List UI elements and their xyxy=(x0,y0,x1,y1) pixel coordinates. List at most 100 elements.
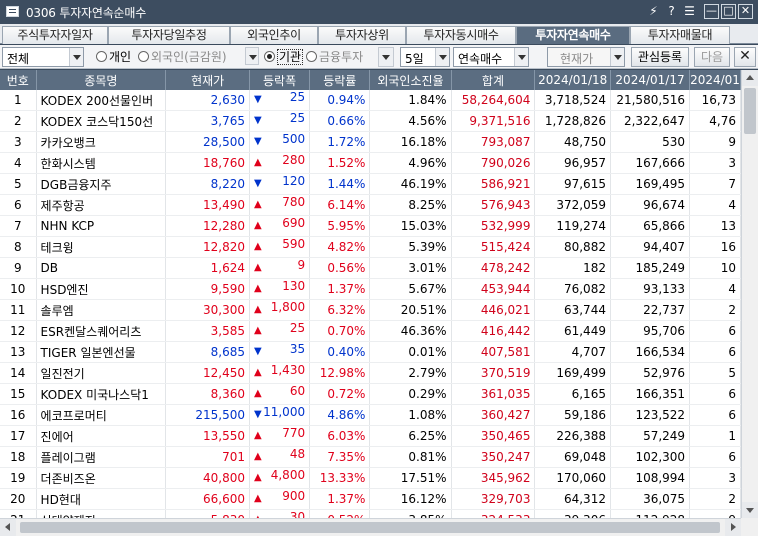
cell-stock-name[interactable]: 일진전기 xyxy=(36,362,167,384)
table-row[interactable]: 18 플레이그램 701 ▲ 48 7.35% 0.81% 350,247 69,048 102,… xyxy=(0,446,741,468)
price-filter-select[interactable]: 현재가 xyxy=(547,47,625,67)
horizontal-scrollbar[interactable] xyxy=(0,518,741,536)
cell-stock-name[interactable]: KODEX 200선물인버 xyxy=(36,90,167,111)
cell-stock-name[interactable]: 카카오뱅크 xyxy=(36,131,167,153)
table-row[interactable]: 9 DB 1,624 ▲ 9 0.56% 3.01% 478,242 182 185,249 10 xyxy=(0,257,741,279)
table-row[interactable]: 19 더존비즈온 40,800 ▲ 4,800 13.33% 17.51% 345,962 17… xyxy=(0,467,741,489)
scroll-left-icon[interactable] xyxy=(0,519,16,536)
col-header-price[interactable]: 현재가 xyxy=(165,70,250,90)
financial-select[interactable] xyxy=(378,47,394,67)
down-arrow-icon: ▼ xyxy=(254,136,262,147)
cell-number: 12 xyxy=(0,320,37,342)
cell-stock-name[interactable]: 플레이그램 xyxy=(36,446,167,468)
col-header-total[interactable]: 합계 xyxy=(451,70,536,90)
foreign-select[interactable] xyxy=(245,47,259,67)
col-header-date-1[interactable]: 2024/01/18 xyxy=(534,70,611,90)
scroll-thumb[interactable] xyxy=(20,522,720,533)
table-row[interactable]: 7 NHN KCP 12,280 ▲ 690 5.95% 15.03% 532,999 119,… xyxy=(0,215,741,237)
tab-foreign-trend[interactable]: 외국인추이 xyxy=(230,26,318,44)
cell-price: 40,800 xyxy=(165,467,250,489)
table-row[interactable]: 5 DGB금융지주 8,220 ▼ 120 1.44% 46.19% 586,921 97,61… xyxy=(0,173,741,195)
cell-stock-name[interactable]: ESR켄달스퀘어리츠 xyxy=(36,320,167,342)
table-row[interactable]: 8 테크윙 12,820 ▲ 590 4.82% 5.39% 515,424 80,882 94,… xyxy=(0,236,741,258)
cell-stock-name[interactable]: 진에어 xyxy=(36,425,167,447)
tab-investor-consecutive[interactable]: 투자자연속매수 xyxy=(516,26,630,44)
col-header-date-3[interactable]: 2024/01 xyxy=(689,70,741,90)
up-arrow-icon: ▲ xyxy=(254,241,262,252)
cell-stock-name[interactable]: HSD엔진 xyxy=(36,278,167,300)
vertical-scrollbar[interactable] xyxy=(741,70,758,518)
table-row[interactable]: 20 HD현대 66,600 ▲ 900 1.37% 16.12% 329,703 64,312… xyxy=(0,488,741,510)
cell-stock-name[interactable]: 솔루엠 xyxy=(36,299,167,321)
add-watchlist-button[interactable]: 관심등록 xyxy=(631,47,689,67)
help-icon[interactable]: ? xyxy=(664,4,679,19)
cell-foreign-ratio: 8.25% xyxy=(369,194,452,216)
radio-financial-investment[interactable]: 금융투자 xyxy=(306,49,363,65)
cell-change-value: 25 xyxy=(289,321,306,335)
scroll-thumb[interactable] xyxy=(744,88,756,134)
scroll-up-icon[interactable] xyxy=(742,70,758,86)
cell-stock-name[interactable]: DB xyxy=(36,257,167,279)
scroll-right-icon[interactable] xyxy=(725,519,741,536)
cell-stock-name[interactable]: 신대양제지 xyxy=(36,509,167,518)
window-icon xyxy=(6,6,19,17)
cell-stock-name[interactable]: 제주항공 xyxy=(36,194,167,216)
cell-stock-name[interactable]: DGB금융지주 xyxy=(36,173,167,195)
cell-stock-name[interactable]: 에코프로머티 xyxy=(36,404,167,426)
table-row[interactable]: 4 한화시스템 18,760 ▲ 280 1.52% 4.96% 790,026 96,957 1… xyxy=(0,152,741,174)
table-row[interactable]: 16 에코프로머티 215,500 ▼ 11,000 4.86% 1.08% 360,427 5… xyxy=(0,404,741,426)
table-row[interactable]: 1 KODEX 200선물인버 2,630 ▼ 25 0.94% 1.84% 58,264,6… xyxy=(0,90,741,111)
pin-icon[interactable]: ⚡ xyxy=(646,4,661,19)
cell-stock-name[interactable]: 테크윙 xyxy=(36,236,167,258)
tab-investor-estimate[interactable]: 투자자당일추정 xyxy=(108,26,230,44)
table-row[interactable]: 13 TIGER 일본엔선물 8,685 ▼ 35 0.40% 0.01% 407,581 4,… xyxy=(0,341,741,363)
table-row[interactable]: 10 HSD엔진 9,590 ▲ 130 1.37% 5.67% 453,944 76,082 9… xyxy=(0,278,741,300)
close-panel-icon[interactable]: ✕ xyxy=(734,47,756,67)
table-row[interactable]: 14 일진전기 12,450 ▲ 1,430 12.98% 2.79% 370,519 169,… xyxy=(0,362,741,384)
col-header-name[interactable]: 종목명 xyxy=(36,70,167,90)
cell-stock-name[interactable]: 더존비즈온 xyxy=(36,467,167,489)
col-header-number[interactable]: 번호 xyxy=(0,70,37,90)
table-row[interactable]: 2 KODEX 코스닥150선 3,765 ▼ 25 0.66% 4.56% 9,371,51… xyxy=(0,110,741,132)
period-select[interactable]: 5일 xyxy=(400,47,450,67)
table-row[interactable]: 3 카카오뱅크 28,500 ▼ 500 1.72% 16.18% 793,087 48,750… xyxy=(0,131,741,153)
cell-stock-name[interactable]: KODEX 코스닥150선 xyxy=(36,110,167,132)
cell-stock-name[interactable]: KODEX 미국나스닥1 xyxy=(36,383,167,405)
cell-stock-name[interactable]: NHN KCP xyxy=(36,215,167,237)
col-header-change[interactable]: 등락폭 xyxy=(249,70,311,90)
cell-date-3: 16 xyxy=(689,236,741,258)
tab-investor-volume[interactable]: 투자자매물대 xyxy=(630,26,730,44)
cell-price: 9,590 xyxy=(165,278,250,300)
col-header-rate[interactable]: 등락률 xyxy=(309,70,371,90)
cell-date-3: 16,73 xyxy=(689,90,741,111)
cell-stock-name[interactable]: HD현대 xyxy=(36,488,167,510)
radio-individual[interactable]: 개인 xyxy=(96,49,131,65)
radio-institution[interactable]: 기관 xyxy=(264,49,304,65)
mode-select[interactable]: 연속매수 xyxy=(453,47,529,67)
scroll-down-icon[interactable] xyxy=(742,502,758,518)
table-row[interactable]: 17 진에어 13,550 ▲ 770 6.03% 6.25% 350,465 226,388 5… xyxy=(0,425,741,447)
cell-price: 28,500 xyxy=(165,131,250,153)
col-header-date-2[interactable]: 2024/01/17 xyxy=(610,70,691,90)
minimize-button[interactable]: — xyxy=(704,4,719,19)
cell-total: 446,021 xyxy=(451,299,536,321)
cell-change: ▲ 1,800 xyxy=(249,299,311,321)
table-row[interactable]: 15 KODEX 미국나스닥1 8,360 ▲ 60 0.72% 0.29% 361,035 6… xyxy=(0,383,741,405)
tab-investor-simultaneous[interactable]: 투자자동시매수 xyxy=(406,26,516,44)
radio-foreign[interactable]: 외국인(금감원) xyxy=(138,49,227,65)
close-window-button[interactable]: ✕ xyxy=(738,4,753,19)
cell-stock-name[interactable]: TIGER 일본엔선물 xyxy=(36,341,167,363)
cell-date-2: 57,249 xyxy=(610,425,691,447)
cell-stock-name[interactable]: 한화시스템 xyxy=(36,152,167,174)
col-header-foreign-ratio[interactable]: 외국인소진율 xyxy=(369,70,452,90)
table-row[interactable]: 21신대양제지5,830 ▲ 300.52%3.85%324,53339,30611… xyxy=(0,509,741,518)
next-button[interactable]: 다음 xyxy=(694,47,730,67)
table-row[interactable]: 11 솔루엠 30,300 ▲ 1,800 6.32% 20.51% 446,021 63,74… xyxy=(0,299,741,321)
market-select[interactable]: 전체 xyxy=(2,47,84,67)
menu-icon[interactable]: ☰ xyxy=(682,4,697,19)
table-row[interactable]: 6 제주항공 13,490 ▲ 780 6.14% 8.25% 576,943 372,059 9… xyxy=(0,194,741,216)
tab-investor-daily[interactable]: 주식투자자일자 xyxy=(2,26,108,44)
tab-investor-top[interactable]: 투자자상위 xyxy=(318,26,406,44)
table-row[interactable]: 12 ESR켄달스퀘어리츠 3,585 ▲ 25 0.70% 46.36% 416,442 61… xyxy=(0,320,741,342)
maximize-button[interactable]: □ xyxy=(721,4,736,19)
